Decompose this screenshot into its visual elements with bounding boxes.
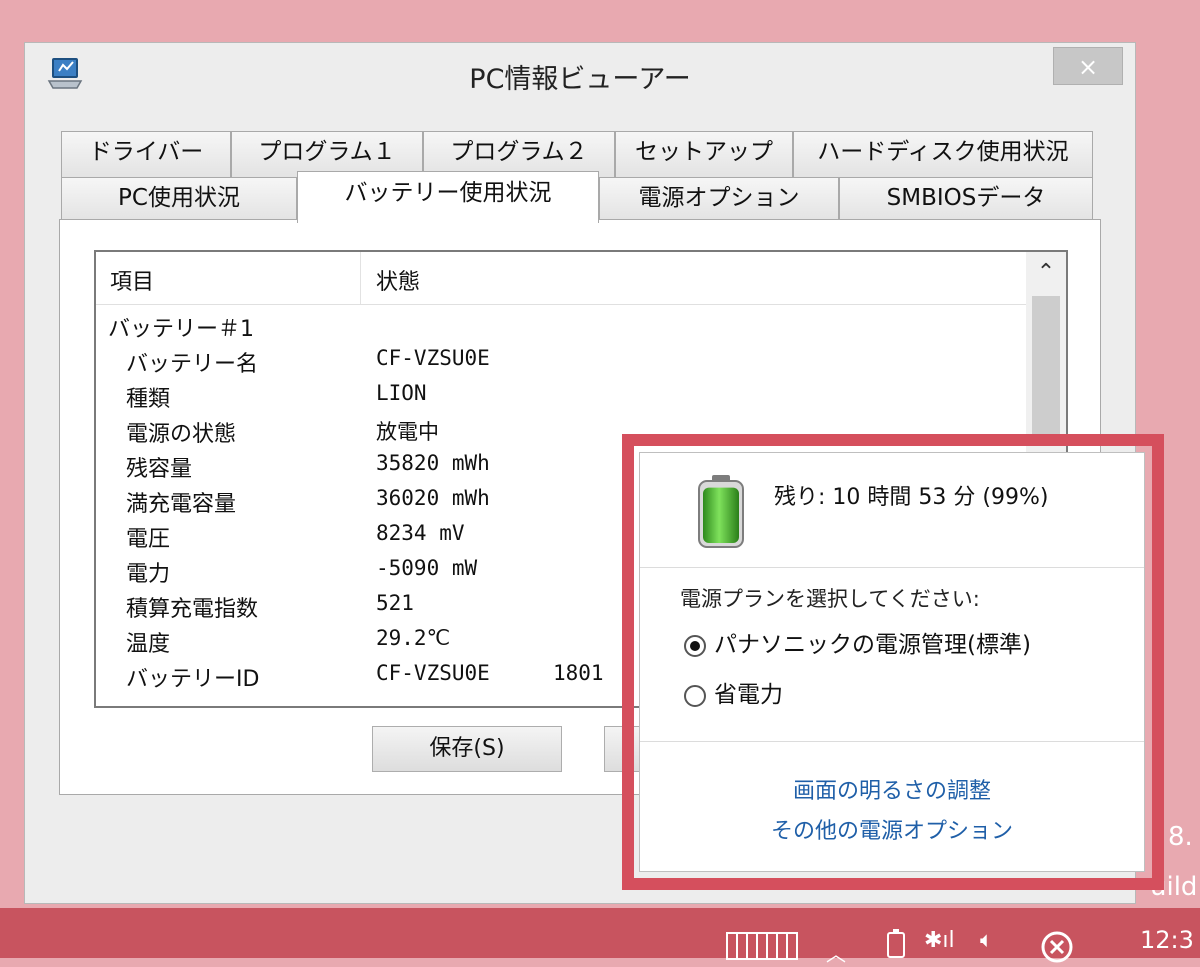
touch-keyboard-icon[interactable] [726,932,798,960]
item-name: 種類 [126,387,171,412]
battery-flyout: 残り: 10 時間 53 分 (99%) 電源プランを選択してください: パナソ… [639,452,1145,872]
close-button[interactable]: × [1053,47,1123,85]
power-plan-prompt: 電源プランを選択してください: [680,587,980,611]
item-name: 電力 [126,562,171,587]
tab-battery-usage[interactable]: バッテリー使用状況 [297,171,599,223]
radio-unselected-icon[interactable] [684,684,706,707]
battery-remaining-text: 残り: 10 時間 53 分 (99%) [774,485,1049,510]
item-name: バッテリー＃1 [108,317,254,342]
battery-fill-level [703,487,739,543]
item-value: 29.2℃ [376,626,451,650]
window-title: PC情報ビューアー [469,64,691,95]
power-plan-label: 省電力 [714,682,783,708]
show-hidden-icons-chevron-icon[interactable]: ︿ [826,938,846,967]
divider [640,567,1144,568]
battery-icon [698,475,744,548]
clock-time[interactable]: 12:3 [1140,926,1194,954]
item-value: CF-VZSU0E 1801 [376,661,604,685]
tab-drivers[interactable]: ドライバー [61,131,231,177]
list-item[interactable]: バッテリー名 CF-VZSU0E [96,343,1026,378]
item-value: 36020 mWh [376,486,490,510]
item-value: -5090 mW [376,556,478,580]
title-bar[interactable]: PC情報ビューアー × [25,43,1135,111]
item-value: 放電中 [376,420,439,444]
desktop-watermark-text: 8. [1168,822,1193,852]
battery-tray-icon[interactable] [886,928,906,958]
radio-selected-icon[interactable] [684,634,706,657]
item-value: LION [376,381,427,405]
item-value: 8234 mV [376,521,465,545]
power-plan-label: パナソニックの電源管理(標準) [714,632,1031,658]
item-name: 積算充電指数 [126,597,259,622]
column-header-status[interactable]: 状態 [376,264,420,296]
tab-pc-usage[interactable]: PC使用状況 [61,177,297,221]
item-value: CF-VZSU0E [376,346,490,370]
column-header-item[interactable]: 項目 [110,264,154,296]
item-name: 電源の状態 [126,422,237,447]
column-separator[interactable] [360,252,361,304]
network-icon[interactable]: ✱ıl [924,928,955,953]
tab-setup[interactable]: セットアップ [615,131,793,177]
list-header: 項目 状態 [96,252,1026,305]
tab-smbios-data[interactable]: SMBIOSデータ [839,177,1093,221]
item-name: 満充電容量 [126,492,237,517]
taskbar: ︿ ✱ıl 🔈︎ 12:3 [0,908,1200,966]
save-button[interactable]: 保存(S) [372,726,562,772]
speaker-volume-icon[interactable]: 🔈︎ [980,928,993,953]
divider [640,741,1144,742]
item-value: 35820 mWh [376,451,490,475]
item-name: バッテリーID [126,667,260,692]
power-plan-option-power-saver[interactable]: 省電力 [684,675,783,708]
scrollbar-thumb[interactable] [1032,296,1060,446]
adjust-brightness-link[interactable]: 画面の明るさの調整 [640,773,1144,805]
tab-hard-disk-usage[interactable]: ハードディスク使用状況 [793,131,1093,177]
tab-power-options[interactable]: 電源オプション [599,177,839,221]
more-power-options-link[interactable]: その他の電源オプション [640,813,1144,845]
action-center-flag-icon[interactable] [1040,930,1074,964]
list-item[interactable]: バッテリー＃1 [96,308,1026,343]
power-plan-option-panasonic[interactable]: パナソニックの電源管理(標準) [684,625,1031,658]
scroll-up-arrow-icon[interactable]: ⌃ [1026,260,1066,290]
item-name: 電圧 [126,527,171,552]
item-value: 521 [376,591,414,615]
item-name: 残容量 [126,457,193,482]
item-name: バッテリー名 [126,352,259,377]
list-item[interactable]: 種類 LION [96,378,1026,413]
item-name: 温度 [126,632,171,657]
